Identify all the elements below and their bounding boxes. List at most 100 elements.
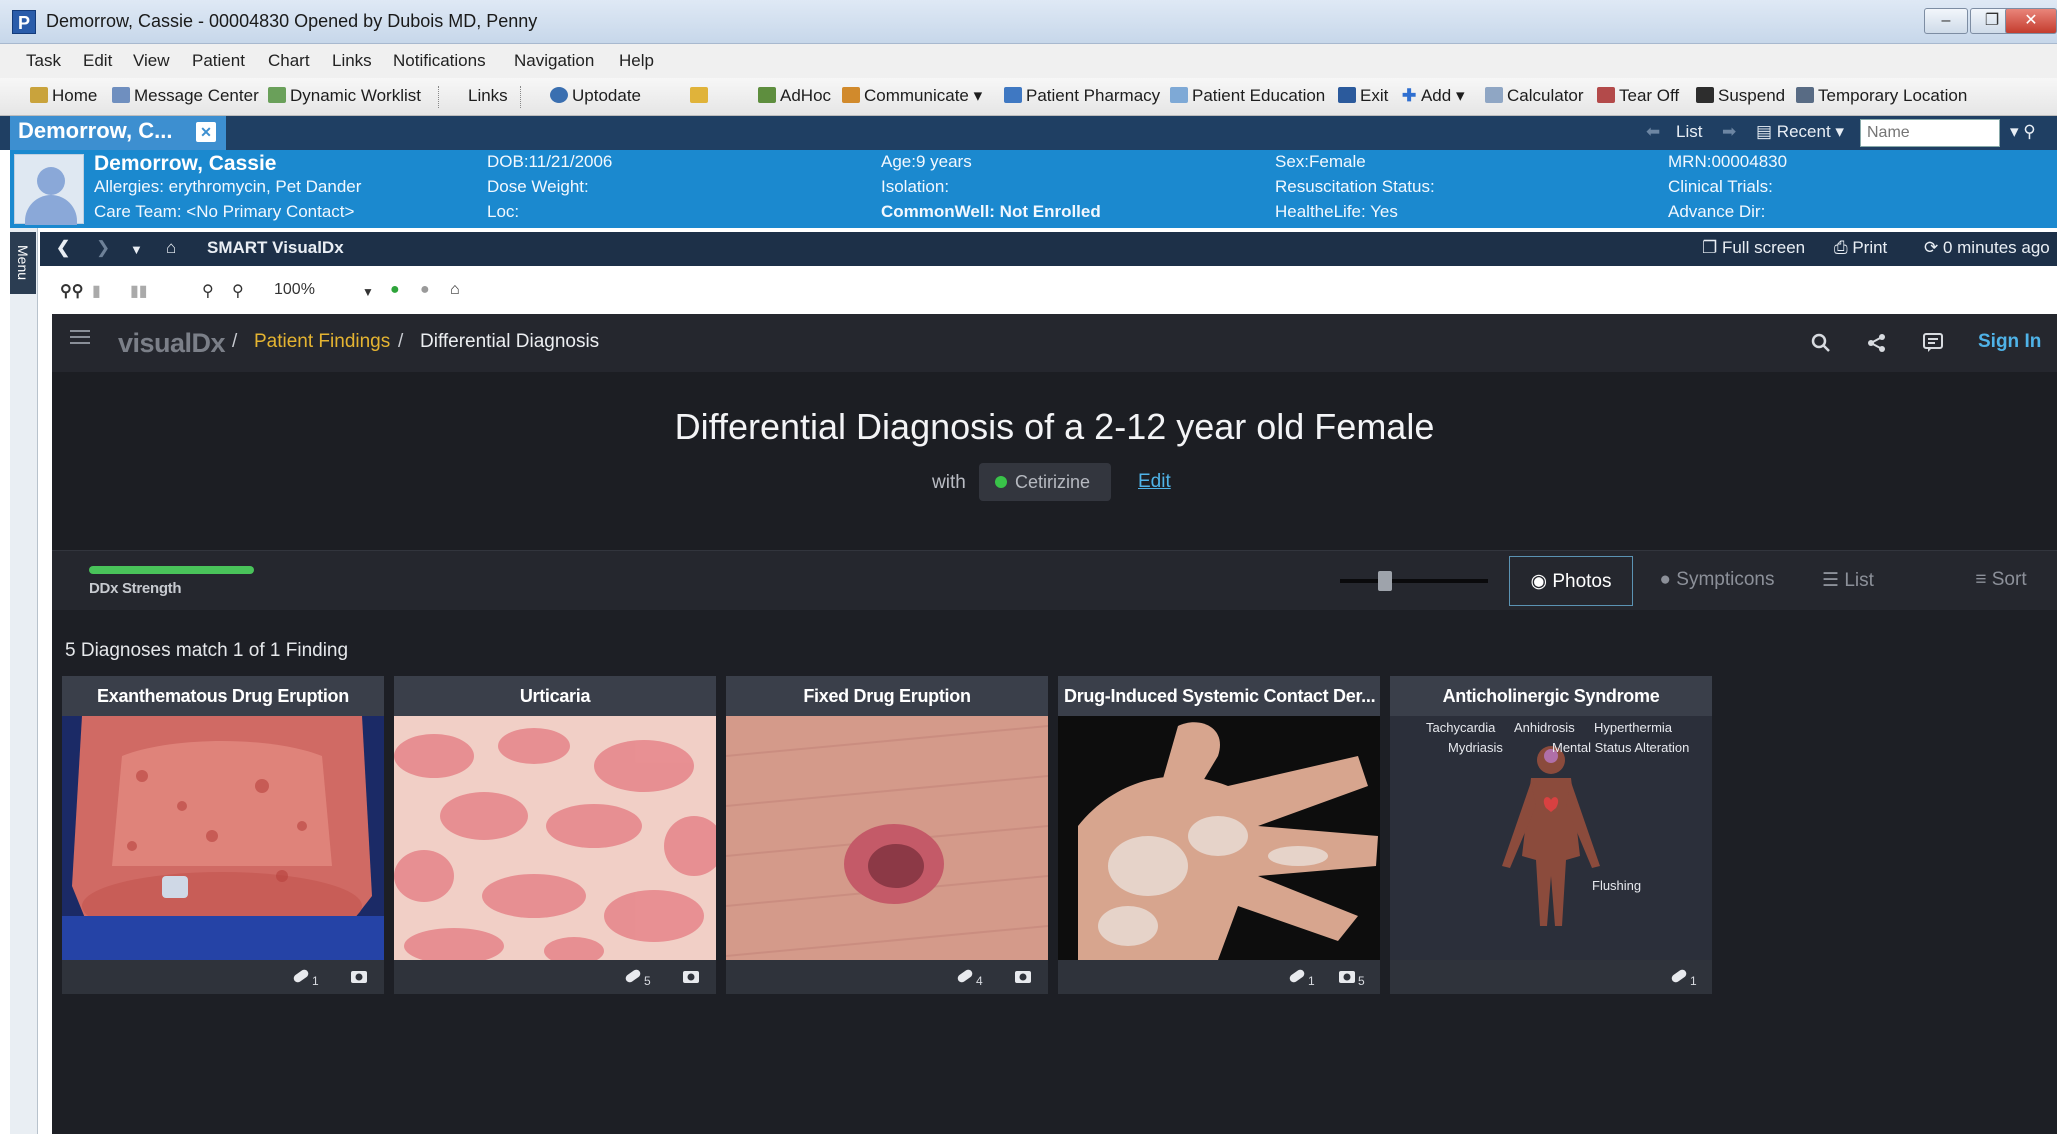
minimize-button[interactable]: – bbox=[1924, 8, 1968, 34]
image-size-slider-thumb[interactable] bbox=[1378, 571, 1392, 591]
communicate-icon bbox=[842, 87, 860, 103]
diagnosis-card-title[interactable]: Exanthematous Drug Eruption bbox=[62, 676, 384, 716]
zoom-in-icon[interactable]: ⚲ bbox=[232, 281, 244, 301]
forward-arrow-icon[interactable]: ➡ bbox=[1722, 122, 1736, 142]
feedback-icon[interactable] bbox=[1922, 332, 1944, 354]
tear-off-button[interactable]: Tear Off bbox=[1597, 86, 1679, 106]
diagnosis-card-title[interactable]: Urticaria bbox=[394, 676, 716, 716]
diagnosis-card[interactable]: Exanthematous Drug Eruption 1 bbox=[62, 676, 384, 994]
diagnosis-card-title[interactable]: Drug-Induced Systemic Contact Der... bbox=[1058, 676, 1380, 716]
search-icon[interactable] bbox=[1810, 332, 1832, 354]
dynamic-worklist-button[interactable]: Dynamic Worklist bbox=[268, 86, 421, 106]
menu-patient[interactable]: Patient bbox=[192, 51, 245, 71]
menu-links[interactable]: Links bbox=[332, 51, 372, 71]
photos-view-button[interactable]: ◉ Photos bbox=[1509, 556, 1633, 606]
go-icon[interactable]: ● bbox=[390, 281, 400, 299]
communicate-button[interactable]: Communicate ▾ bbox=[842, 86, 982, 106]
match-summary: 5 Diagnoses match 1 of 1 Finding bbox=[65, 640, 349, 661]
home-nav-icon[interactable]: ⌂ bbox=[166, 238, 176, 258]
sympticons-view-button[interactable]: ● Sympticons bbox=[1654, 556, 1780, 606]
close-tab-icon[interactable]: ✕ bbox=[196, 122, 216, 142]
patient-education-button[interactable]: Patient Education bbox=[1170, 86, 1325, 106]
search-dropdown-icon[interactable]: ▾ ⚲ bbox=[2010, 122, 2036, 142]
calculator-button[interactable]: Calculator bbox=[1485, 86, 1584, 106]
camera-icon[interactable] bbox=[350, 968, 368, 984]
window-title: Demorrow, Cassie - 00004830 Opened by Du… bbox=[46, 11, 538, 31]
patient-tab[interactable]: Demorrow, C... ✕ bbox=[10, 116, 226, 150]
suspend-button[interactable]: Suspend bbox=[1696, 86, 1785, 106]
add-button[interactable]: ✚ Add ▾ bbox=[1402, 86, 1464, 106]
menu-tab[interactable]: Menu bbox=[10, 232, 36, 294]
diagnosis-card[interactable]: Anticholinergic Syndrome Tachycardia Anh… bbox=[1390, 676, 1712, 994]
print-button[interactable]: ⎙ Print bbox=[1834, 238, 1887, 258]
sort-button[interactable]: ≡ Sort bbox=[1968, 556, 2034, 606]
home-button[interactable]: Home bbox=[30, 86, 97, 106]
find-icon[interactable]: ⚲⚲ bbox=[60, 281, 83, 301]
diagnosis-card[interactable]: Drug-Induced Systemic Contact Der... 1 5 bbox=[1058, 676, 1380, 994]
diagnosis-card-title[interactable]: Anticholinergic Syndrome bbox=[1390, 676, 1712, 716]
camera-icon[interactable] bbox=[1014, 968, 1032, 984]
zoom-level[interactable]: 100% bbox=[274, 281, 315, 299]
edit-findings-link[interactable]: Edit bbox=[1138, 471, 1171, 493]
adhoc-button[interactable]: AdHoc bbox=[758, 86, 831, 106]
sign-in-link[interactable]: Sign In bbox=[1978, 331, 2041, 353]
stop-icon[interactable]: ● bbox=[420, 281, 430, 299]
list-button[interactable]: List bbox=[1676, 122, 1702, 142]
diagnosis-photo[interactable] bbox=[62, 716, 384, 960]
recent-button[interactable]: ▤ Recent ▾ bbox=[1756, 122, 1844, 142]
medication-pill-icon bbox=[1671, 969, 1687, 983]
camera-icon: ◉ bbox=[1530, 571, 1553, 592]
menu-task[interactable]: Task bbox=[26, 51, 61, 71]
resuscitation-status: Resuscitation Status: bbox=[1275, 177, 1435, 196]
finding-chip[interactable]: Cetirizine bbox=[979, 463, 1111, 501]
menu-navigation[interactable]: Navigation bbox=[514, 51, 594, 71]
worklist-icon bbox=[268, 87, 286, 103]
finding-chip-label: Cetirizine bbox=[1015, 472, 1091, 492]
diagnosis-photo[interactable] bbox=[726, 716, 1048, 960]
patient-pharmacy-button[interactable]: Patient Pharmacy bbox=[1004, 86, 1160, 106]
camera-icon[interactable] bbox=[682, 968, 700, 984]
full-screen-button[interactable]: ❐ Full screen bbox=[1702, 238, 1805, 258]
back-chevron-icon[interactable]: ❮ bbox=[56, 238, 70, 258]
close-window-button[interactable]: ✕ bbox=[2005, 8, 2057, 34]
zoom-dropdown-icon[interactable]: ▼ bbox=[362, 285, 374, 299]
printer-icon: ⎙ bbox=[1834, 238, 1853, 257]
list-view-button[interactable]: ☰ List bbox=[1816, 556, 1880, 606]
sympticon-label: Flushing bbox=[1592, 878, 1642, 893]
viewer-home-icon[interactable]: ⌂ bbox=[450, 281, 460, 299]
diagnosis-photo[interactable] bbox=[1058, 716, 1380, 960]
page-icon[interactable]: ▮ bbox=[92, 281, 101, 301]
message-center-button[interactable]: Message Center bbox=[112, 86, 259, 106]
exit-button[interactable]: Exit bbox=[1338, 86, 1388, 106]
camera-icon[interactable] bbox=[1338, 968, 1356, 984]
app-logo-icon: P bbox=[12, 10, 36, 34]
diagnosis-card[interactable]: Urticaria 5 bbox=[394, 676, 716, 994]
hamburger-menu-icon[interactable] bbox=[70, 330, 90, 346]
visualdx-logo[interactable]: visualDx bbox=[118, 328, 226, 359]
diagnosis-card[interactable]: Fixed Drug Eruption 4 bbox=[726, 676, 1048, 994]
sympticon-figure[interactable]: Tachycardia Anhidrosis Hyperthermia Mydr… bbox=[1390, 716, 1712, 960]
breadcrumb-patient-findings[interactable]: Patient Findings bbox=[254, 331, 390, 353]
history-dropdown-icon[interactable]: ▼ bbox=[130, 242, 143, 257]
patient-name[interactable]: Demorrow, Cassie bbox=[94, 152, 276, 176]
diagnosis-photo[interactable] bbox=[394, 716, 716, 960]
menu-edit[interactable]: Edit bbox=[83, 51, 112, 71]
uptodate-button[interactable]: Uptodate bbox=[550, 86, 641, 106]
quick-tools-button[interactable] bbox=[690, 86, 712, 106]
diagnosis-card-title[interactable]: Fixed Drug Eruption bbox=[726, 676, 1048, 716]
menu-chart[interactable]: Chart bbox=[268, 51, 310, 71]
image-size-slider[interactable] bbox=[1340, 579, 1488, 583]
temporary-location-button[interactable]: Temporary Location bbox=[1796, 86, 1967, 106]
menu-notifications[interactable]: Notifications bbox=[393, 51, 486, 71]
forward-chevron-icon[interactable]: ❯ bbox=[96, 238, 110, 258]
share-icon[interactable] bbox=[1866, 332, 1888, 354]
patient-name-search-input[interactable] bbox=[1860, 119, 2000, 147]
menu-view[interactable]: View bbox=[133, 51, 170, 71]
menu-help[interactable]: Help bbox=[619, 51, 654, 71]
envelope-icon bbox=[112, 87, 130, 103]
copy-icon[interactable]: ▮▮ bbox=[130, 281, 148, 301]
refresh-button[interactable]: ⟳ 0 minutes ago bbox=[1924, 238, 2050, 258]
links-button[interactable]: Links bbox=[468, 86, 508, 106]
back-arrow-icon[interactable]: ⬅ bbox=[1646, 122, 1660, 142]
zoom-out-icon[interactable]: ⚲ bbox=[202, 281, 214, 301]
